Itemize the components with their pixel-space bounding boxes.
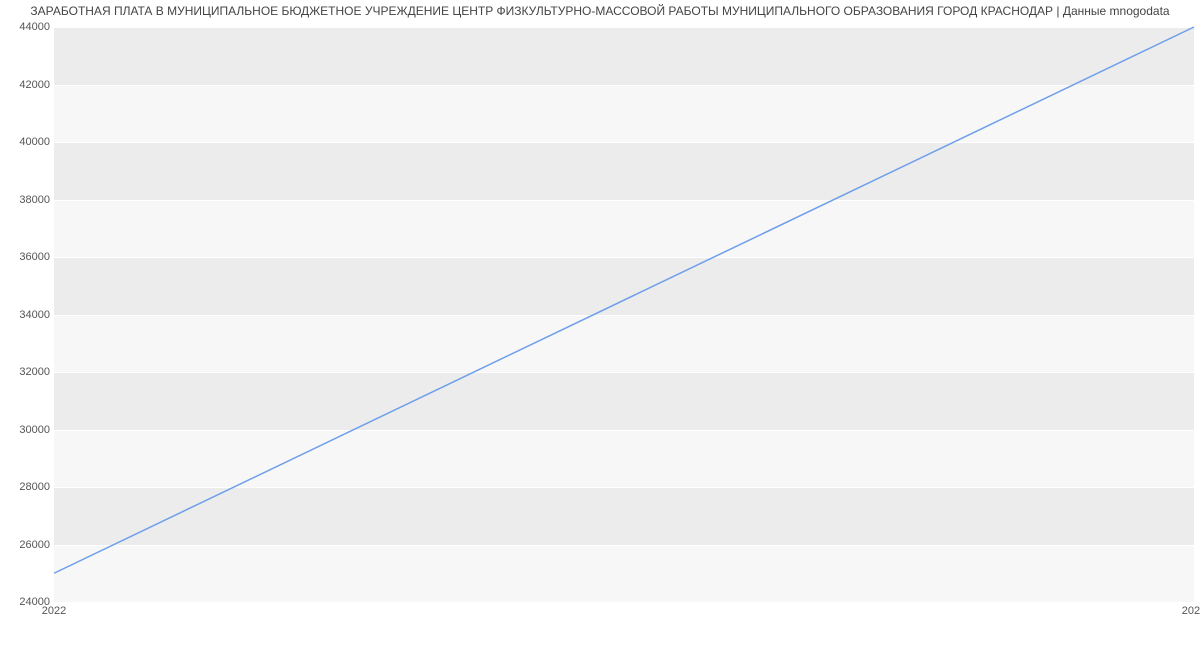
plot-area bbox=[54, 27, 1194, 603]
y-tick-label: 36000 bbox=[6, 251, 50, 263]
x-tick-label: 2025 bbox=[1182, 605, 1200, 617]
chart-container: ЗАРАБОТНАЯ ПЛАТА В МУНИЦИПАЛЬНОЕ БЮДЖЕТН… bbox=[0, 0, 1200, 650]
y-tick-label: 40000 bbox=[6, 136, 50, 148]
grid-line bbox=[54, 602, 1194, 603]
y-tick-label: 42000 bbox=[6, 79, 50, 91]
data-line bbox=[54, 27, 1194, 573]
chart-title: ЗАРАБОТНАЯ ПЛАТА В МУНИЦИПАЛЬНОЕ БЮДЖЕТН… bbox=[0, 0, 1200, 22]
x-tick-label: 2022 bbox=[42, 605, 66, 617]
y-tick-label: 34000 bbox=[6, 309, 50, 321]
y-tick-label: 30000 bbox=[6, 424, 50, 436]
y-tick-label: 32000 bbox=[6, 366, 50, 378]
y-tick-label: 28000 bbox=[6, 481, 50, 493]
y-tick-label: 26000 bbox=[6, 539, 50, 551]
chart-line-svg bbox=[54, 27, 1194, 602]
y-tick-label: 38000 bbox=[6, 194, 50, 206]
y-tick-label: 44000 bbox=[6, 21, 50, 33]
